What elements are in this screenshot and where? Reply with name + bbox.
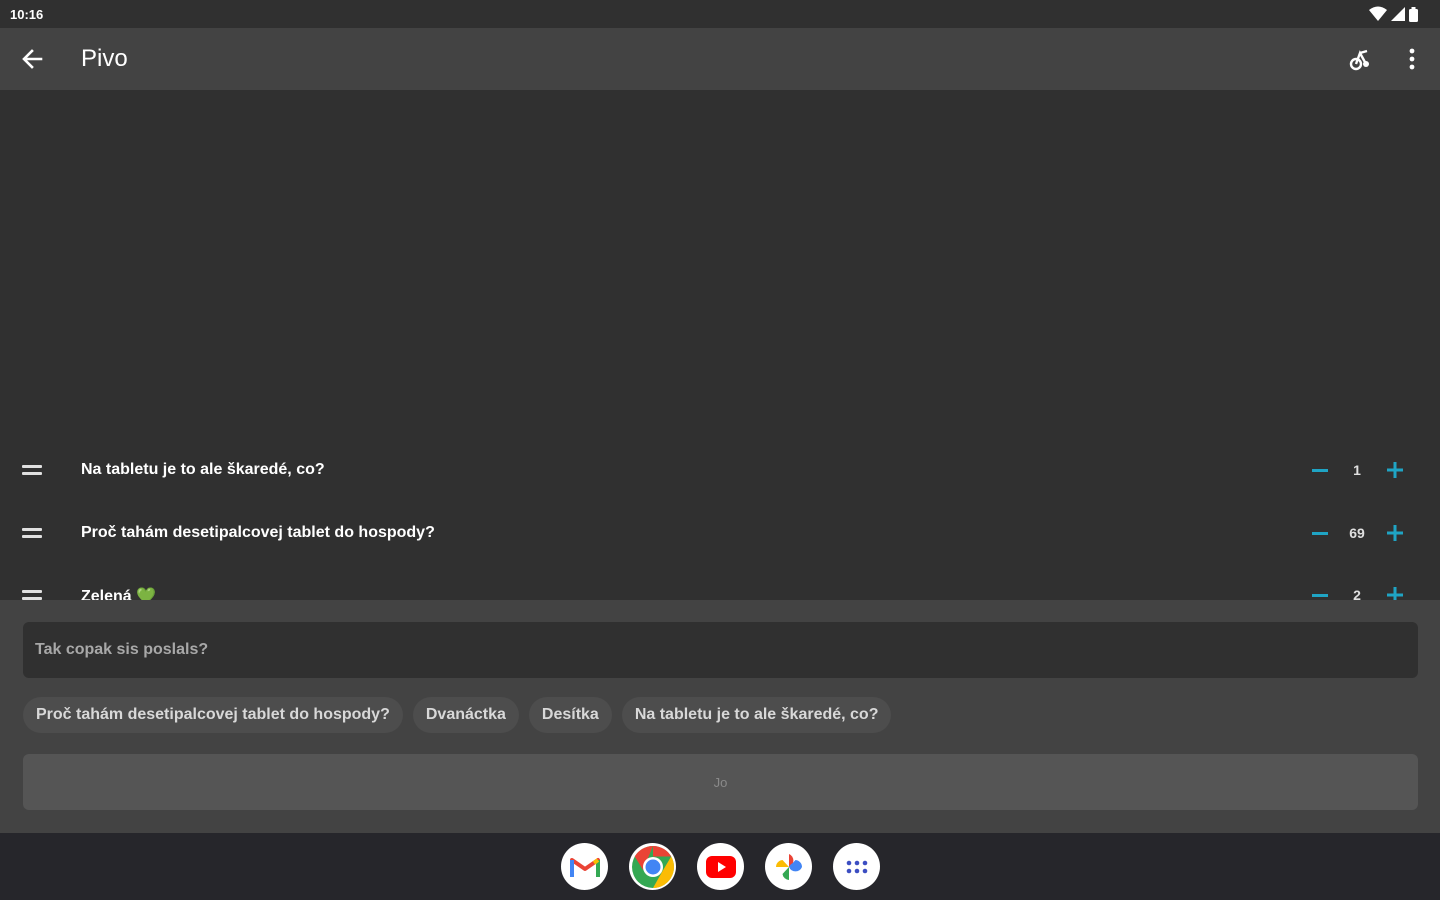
plus-icon xyxy=(1387,462,1403,478)
submit-button[interactable]: Jo xyxy=(23,754,1418,810)
photos-icon[interactable] xyxy=(765,843,812,890)
item-count: 2 xyxy=(1353,587,1361,600)
beer-list: Na tabletu je to ale škaredé, co? 1 Proč… xyxy=(0,90,1440,600)
decrement-button[interactable] xyxy=(1306,456,1334,484)
app-dock xyxy=(561,843,880,890)
wifi-icon xyxy=(1369,6,1387,21)
drag-handle-icon[interactable] xyxy=(22,525,42,541)
taskbar xyxy=(0,833,1440,900)
app-bar: Pivo xyxy=(0,28,1440,90)
chrome-icon[interactable] xyxy=(629,843,676,890)
item-count: 1 xyxy=(1353,462,1361,478)
beer-name-input[interactable] xyxy=(23,622,1418,678)
minus-icon xyxy=(1312,531,1328,535)
list-item: Zelená 💚 2 xyxy=(0,575,1440,600)
increment-button[interactable] xyxy=(1381,456,1409,484)
app-drawer-icon[interactable] xyxy=(833,843,880,890)
decrement-button[interactable] xyxy=(1306,581,1334,600)
status-bar: 10:16 xyxy=(0,0,1440,28)
increment-button[interactable] xyxy=(1381,519,1409,547)
minus-icon xyxy=(1312,468,1328,472)
suggestion-chip[interactable]: Na tabletu je to ale škaredé, co? xyxy=(621,697,892,733)
drag-handle-icon[interactable] xyxy=(22,587,42,600)
suggestion-chip[interactable]: Desítka xyxy=(528,697,612,733)
plus-icon xyxy=(1387,587,1403,600)
list-item: Proč tahám desetipalcovej tablet do hosp… xyxy=(0,513,1440,553)
suggestion-chip[interactable]: Dvanáctka xyxy=(412,697,519,733)
page-title: Pivo xyxy=(81,45,128,72)
status-icons xyxy=(1369,6,1418,22)
list-item-label: Proč tahám desetipalcovej tablet do hosp… xyxy=(81,524,435,541)
battery-icon xyxy=(1409,6,1418,22)
decrement-button[interactable] xyxy=(1306,519,1334,547)
beer-icon xyxy=(1349,49,1369,71)
list-item-label: Zelená 💚 xyxy=(81,588,157,600)
more-vert-icon xyxy=(1409,48,1415,70)
signal-icon xyxy=(1391,7,1405,21)
more-options-button[interactable] xyxy=(1394,41,1430,77)
list-item: Na tabletu je to ale škaredé, co? 1 xyxy=(0,450,1440,490)
list-item-label: Na tabletu je to ale škaredé, co? xyxy=(81,461,325,478)
gmail-icon[interactable] xyxy=(561,843,608,890)
minus-icon xyxy=(1312,593,1328,597)
drag-handle-icon[interactable] xyxy=(22,462,42,478)
suggestion-chips: Proč tahám desetipalcovej tablet do hosp… xyxy=(23,697,892,733)
increment-button[interactable] xyxy=(1381,581,1409,600)
status-time: 10:16 xyxy=(10,7,44,22)
back-button[interactable] xyxy=(14,41,50,77)
beer-button[interactable] xyxy=(1342,41,1378,77)
arrow-back-icon xyxy=(22,49,43,69)
suggestion-chip[interactable]: Proč tahám desetipalcovej tablet do hosp… xyxy=(23,697,403,733)
plus-icon xyxy=(1387,525,1403,541)
input-panel: Proč tahám desetipalcovej tablet do hosp… xyxy=(0,600,1440,833)
youtube-icon[interactable] xyxy=(697,843,744,890)
item-count: 69 xyxy=(1349,525,1365,541)
